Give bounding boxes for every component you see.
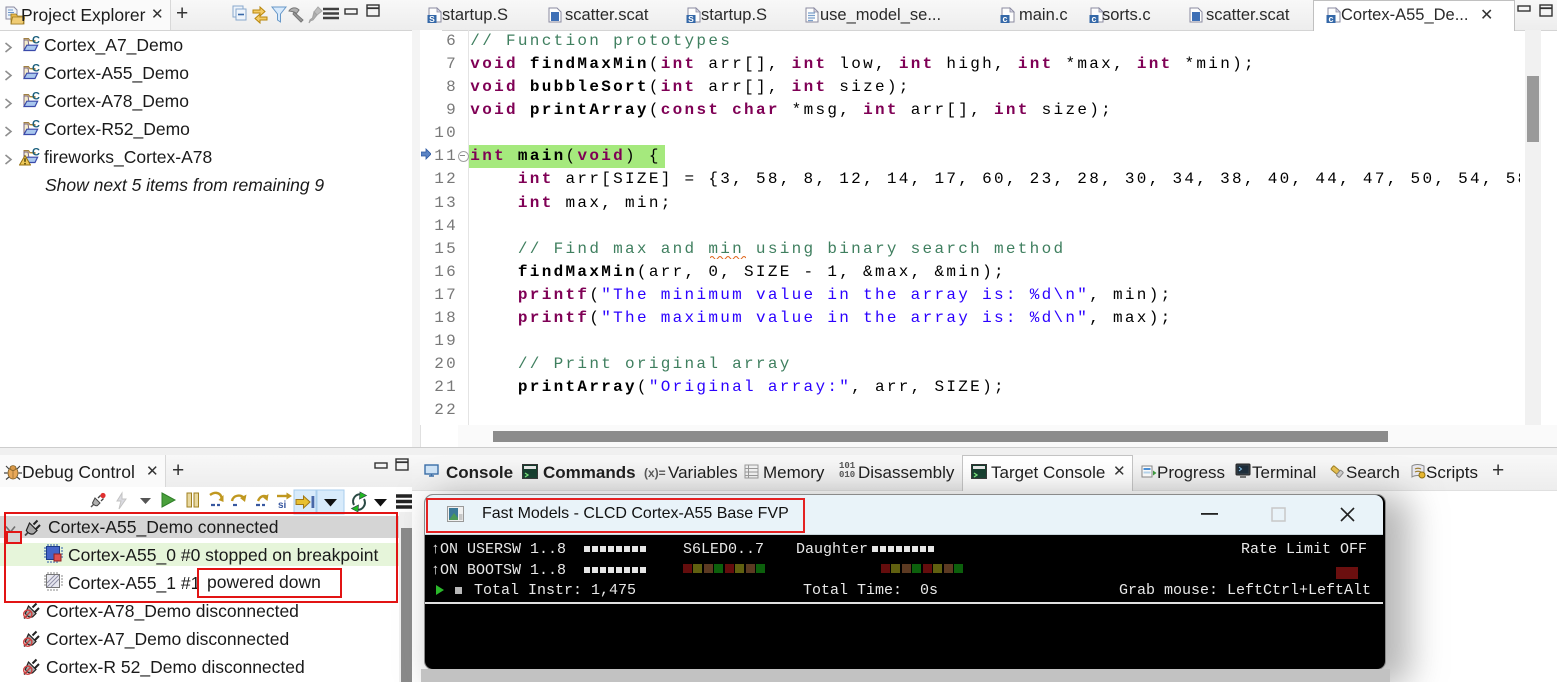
svg-text:si: si (278, 500, 287, 511)
